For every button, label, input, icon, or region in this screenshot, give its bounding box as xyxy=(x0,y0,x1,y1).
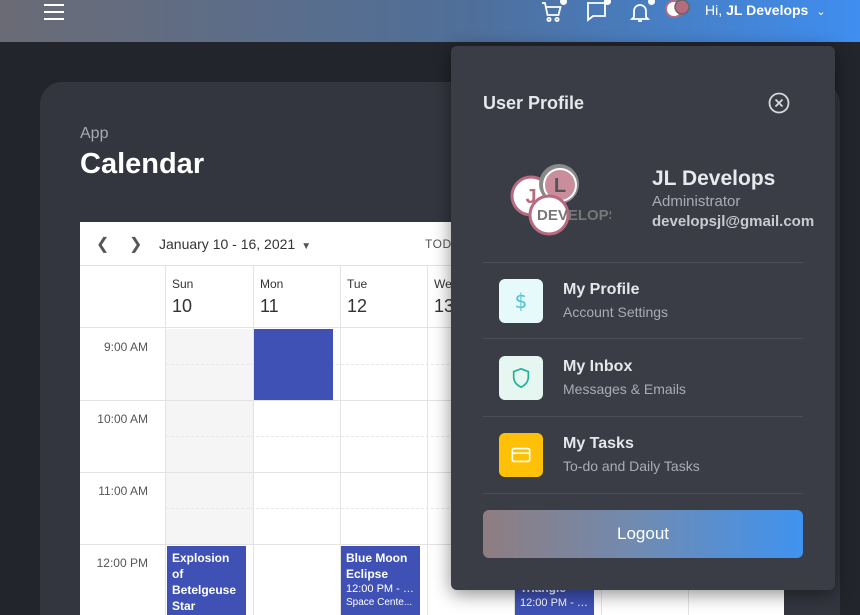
time-label: 10:00 AM xyxy=(97,412,148,426)
menu-item-subtitle: Account Settings xyxy=(563,304,669,320)
svg-text:L: L xyxy=(554,175,566,197)
menu-item-my-profile[interactable]: $ My Profile Account Settings xyxy=(483,262,803,338)
close-icon[interactable] xyxy=(768,92,790,114)
day-name: Sun xyxy=(172,277,194,291)
divider xyxy=(483,493,803,494)
day-date: 12 xyxy=(347,296,368,316)
avatar[interactable] xyxy=(665,0,693,24)
day-header-mon[interactable]: Mon 11 xyxy=(253,266,340,328)
day-name: Tue xyxy=(347,277,368,291)
day-date: 10 xyxy=(172,296,193,316)
bell-icon[interactable] xyxy=(628,0,655,24)
sunday-shade xyxy=(166,329,253,545)
logout-button[interactable]: Logout xyxy=(483,510,803,558)
user-greeting[interactable]: Hi, JL Develops ⌄ xyxy=(705,2,826,18)
menu-item-my-inbox[interactable]: My Inbox Messages & Emails xyxy=(483,339,803,415)
calendar-event[interactable]: Explosion of Betelgeuse Star xyxy=(167,546,246,615)
menu-item-subtitle: To-do and Daily Tasks xyxy=(563,458,700,474)
chat-icon[interactable] xyxy=(584,0,611,24)
header-corner xyxy=(80,266,165,328)
date-range-label: January 10 - 16, 2021 xyxy=(159,236,296,252)
menu-icon[interactable] xyxy=(44,4,64,20)
event-title: Explosion of Betelgeuse Star xyxy=(172,551,237,613)
calendar-event[interactable]: Blue Moon Eclipse 12:00 PM - 1... Space … xyxy=(341,546,420,615)
card-icon xyxy=(499,433,543,477)
profile-email: developsjl@gmail.com xyxy=(652,213,815,230)
profile-role: Administrator xyxy=(652,193,741,210)
time-label: 11:00 AM xyxy=(98,484,148,498)
time-label: 9:00 AM xyxy=(103,340,148,354)
menu-item-title: My Tasks xyxy=(563,435,634,452)
panel-title: User Profile xyxy=(483,93,585,113)
greeting-text: Hi, xyxy=(705,2,723,18)
header-user-name: JL Develops xyxy=(726,2,809,18)
menu-item-title: My Inbox xyxy=(563,358,633,375)
event-location: Space Cente... xyxy=(346,597,413,608)
event-time: 12:00 PM - 1... xyxy=(346,583,415,595)
time-label: 12:00 PM xyxy=(96,556,148,570)
page-subtitle: App xyxy=(80,125,109,142)
dollar-icon: $ xyxy=(499,279,543,323)
event-title: Blue Moon Eclipse xyxy=(346,551,408,581)
day-header-tue[interactable]: Tue 12 xyxy=(340,266,427,328)
page-title: Calendar xyxy=(80,148,205,180)
svg-text:DEVELOPS: DEVELOPS xyxy=(537,207,611,224)
chevron-left-icon[interactable]: ❮ xyxy=(96,234,109,254)
date-range-selector[interactable]: January 10 - 16, 2021 ▼ xyxy=(159,236,311,252)
menu-item-title: My Profile xyxy=(563,281,640,298)
day-name: Mon xyxy=(260,277,284,291)
day-header-sun[interactable]: Sun 10 xyxy=(165,266,253,328)
calendar-event-block[interactable] xyxy=(254,329,333,400)
svg-text:J: J xyxy=(525,186,536,208)
chevron-right-icon[interactable]: ❯ xyxy=(129,234,142,254)
cart-icon[interactable] xyxy=(540,0,567,24)
user-profile-panel: User Profile J L DEVELOPS JL Develops Ad… xyxy=(451,46,835,590)
top-navbar: Hi, JL Develops ⌄ xyxy=(0,0,860,42)
caret-down-icon: ▼ xyxy=(301,241,312,252)
shield-icon xyxy=(499,356,543,400)
profile-name: JL Develops xyxy=(652,167,776,190)
profile-avatar-logo: J L DEVELOPS xyxy=(507,160,619,238)
day-name: We xyxy=(434,277,452,291)
menu-item-my-tasks[interactable]: My Tasks To-do and Daily Tasks xyxy=(483,416,803,492)
chevron-down-icon: ⌄ xyxy=(816,6,826,18)
event-time: 12:00 PM - 1... xyxy=(520,597,589,609)
menu-item-subtitle: Messages & Emails xyxy=(563,381,686,397)
day-date: 11 xyxy=(260,296,279,316)
